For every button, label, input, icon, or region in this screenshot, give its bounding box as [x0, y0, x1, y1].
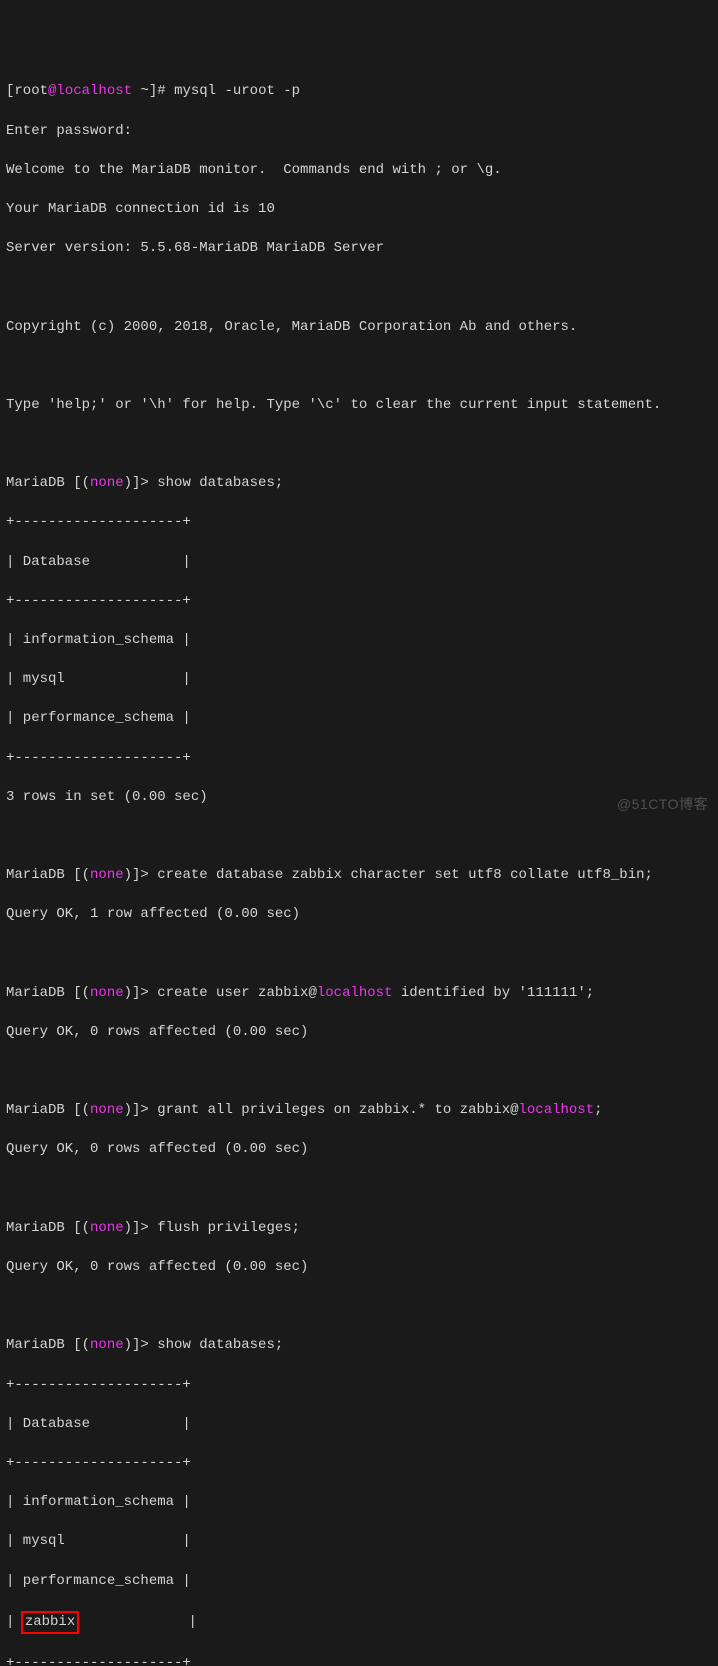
- command-createdb: create database zabbix character set utf…: [157, 867, 653, 883]
- command-showdb: show databases;: [157, 475, 283, 491]
- blank-line: [6, 945, 712, 965]
- table-row-info: | information_schema |: [6, 1493, 712, 1513]
- command-mysql: mysql -uroot -p: [174, 83, 300, 99]
- prompt-none: none: [90, 475, 124, 491]
- mariadb-prompt-line[interactable]: MariaDB [(none)]> create user zabbix@loc…: [6, 984, 712, 1004]
- mariadb-prompt-line[interactable]: MariaDB [(none)]> create database zabbix…: [6, 866, 712, 886]
- welcome-line-2: Your MariaDB connection id is 10: [6, 200, 712, 220]
- mariadb-prompt-line[interactable]: MariaDB [(none)]> show databases;: [6, 1336, 712, 1356]
- table-row-mysql: | mysql |: [6, 670, 712, 690]
- prompt-suffix: )]>: [124, 475, 158, 491]
- table-row-perf: | performance_schema |: [6, 1572, 712, 1592]
- user: root: [14, 83, 48, 99]
- prompt-none: none: [90, 867, 124, 883]
- table-border: +--------------------+: [6, 1376, 712, 1396]
- host: localhost: [56, 83, 132, 99]
- help-line: Type 'help;' or '\h' for help. Type '\c'…: [6, 396, 712, 416]
- mariadb-prompt-line[interactable]: MariaDB [(none)]> show databases;: [6, 474, 712, 494]
- table-border: +--------------------+: [6, 1654, 712, 1666]
- table-row-info: | information_schema |: [6, 631, 712, 651]
- command-createuser-host: localhost: [317, 985, 393, 1001]
- prompt-suffix: )]>: [124, 1102, 158, 1118]
- command-showdb: show databases;: [157, 1337, 283, 1353]
- command-grant-1: grant all privileges on zabbix.* to zabb…: [157, 1102, 518, 1118]
- table-row-perf: | performance_schema |: [6, 709, 712, 729]
- command-grant-2: ;: [594, 1102, 602, 1118]
- query-ok-0row: Query OK, 0 rows affected (0.00 sec): [6, 1023, 712, 1043]
- prompt-none: none: [90, 1337, 124, 1353]
- command-flush: flush privileges;: [157, 1220, 300, 1236]
- table-border: +--------------------+: [6, 592, 712, 612]
- prompt-prefix: MariaDB [(: [6, 475, 90, 491]
- mariadb-prompt-line[interactable]: MariaDB [(none)]> grant all privileges o…: [6, 1101, 712, 1121]
- watermark: @51CTO博客: [617, 795, 708, 815]
- prompt-suffix: )]>: [124, 1220, 158, 1236]
- query-ok-1row: Query OK, 1 row affected (0.00 sec): [6, 905, 712, 925]
- prompt-none: none: [90, 985, 124, 1001]
- blank-line: [6, 357, 712, 377]
- prompt-prefix: MariaDB [(: [6, 985, 90, 1001]
- command-createuser-2: identified by '111111';: [393, 985, 595, 1001]
- row-zabbix-text: zabbix: [25, 1614, 75, 1630]
- welcome-line-1: Welcome to the MariaDB monitor. Commands…: [6, 161, 712, 181]
- prompt-suffix: )]>: [124, 867, 158, 883]
- table-border: +--------------------+: [6, 513, 712, 533]
- prompt-prefix: MariaDB [(: [6, 1337, 90, 1353]
- prompt-prefix: MariaDB [(: [6, 1102, 90, 1118]
- welcome-line-3: Server version: 5.5.68-MariaDB MariaDB S…: [6, 239, 712, 259]
- password-prompt[interactable]: Enter password:: [6, 122, 712, 142]
- shell-prompt-line[interactable]: [root@localhost ~]# mysql -uroot -p: [6, 82, 712, 102]
- prompt-suffix: )]>: [124, 1337, 158, 1353]
- rows-count-3: 3 rows in set (0.00 sec): [6, 788, 712, 808]
- table-border: +--------------------+: [6, 749, 712, 769]
- table-header: | Database |: [6, 553, 712, 573]
- command-createuser-1: create user zabbix@: [157, 985, 317, 1001]
- command-grant-host: localhost: [519, 1102, 595, 1118]
- copyright-line: Copyright (c) 2000, 2018, Oracle, MariaD…: [6, 318, 712, 338]
- mariadb-prompt-line[interactable]: MariaDB [(none)]> flush privileges;: [6, 1219, 712, 1239]
- prompt-prefix: MariaDB [(: [6, 1220, 90, 1236]
- prompt-prefix: MariaDB [(: [6, 867, 90, 883]
- query-ok-0row: Query OK, 0 rows affected (0.00 sec): [6, 1258, 712, 1278]
- table-border: +--------------------+: [6, 1454, 712, 1474]
- prompt-none: none: [90, 1220, 124, 1236]
- table-row-zabbix: | zabbix |: [6, 1611, 712, 1635]
- prompt-none: none: [90, 1102, 124, 1118]
- row-zabbix-suffix: |: [79, 1614, 197, 1630]
- path-prompt: ~]#: [132, 83, 174, 99]
- blank-line: [6, 1297, 712, 1317]
- table-header: | Database |: [6, 1415, 712, 1435]
- blank-line: [6, 1180, 712, 1200]
- prompt-suffix: )]>: [124, 985, 158, 1001]
- table-row-mysql: | mysql |: [6, 1532, 712, 1552]
- blank-line: [6, 435, 712, 455]
- highlight-box-zabbix: zabbix: [21, 1611, 79, 1635]
- query-ok-0row: Query OK, 0 rows affected (0.00 sec): [6, 1140, 712, 1160]
- blank-line: [6, 1062, 712, 1082]
- blank-line: [6, 278, 712, 298]
- blank-line: [6, 827, 712, 847]
